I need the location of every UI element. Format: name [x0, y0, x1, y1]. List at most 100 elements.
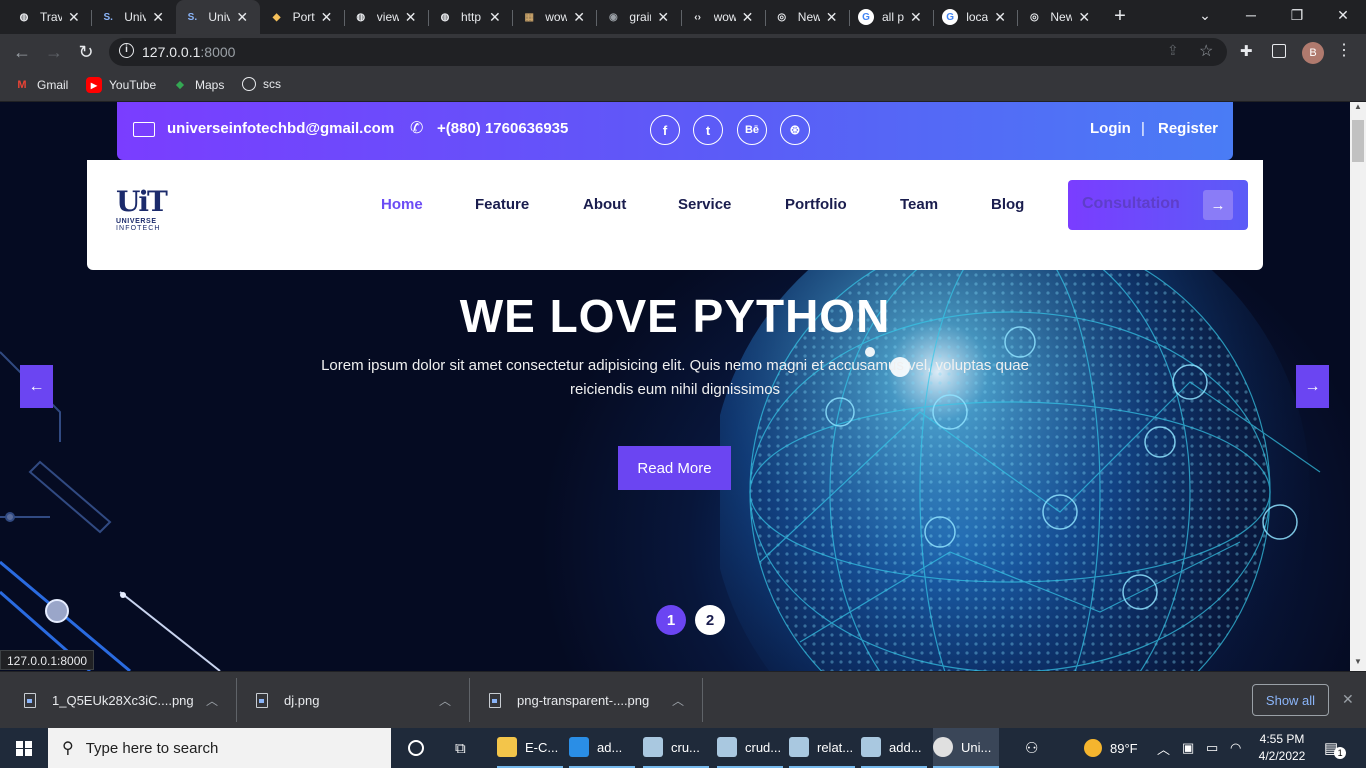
close-window-button[interactable]: ✕ [1320, 0, 1366, 30]
page-scrollbar[interactable]: ▲ ▼ [1350, 102, 1366, 671]
scroll-down-icon[interactable]: ▼ [1354, 657, 1362, 666]
slider-page-1[interactable]: 1 [656, 605, 686, 635]
facebook-icon[interactable]: f [650, 115, 680, 145]
browser-tab[interactable]: ◎ New ✕ [766, 0, 850, 34]
meet-now-icon[interactable]: ▣ [1182, 728, 1194, 768]
close-tab-icon[interactable]: ✕ [152, 9, 164, 26]
close-tab-icon[interactable]: ✕ [1078, 9, 1090, 26]
weather-widget[interactable]: 89°F [1084, 728, 1138, 768]
share-icon[interactable]: ⇪ [1167, 42, 1179, 59]
chevron-up-icon[interactable]: ︿ [439, 692, 451, 709]
taskbar-search-input[interactable]: ⚲ Type here to search [48, 728, 391, 768]
nav-blog[interactable]: Blog [991, 196, 1024, 213]
notification-center-icon[interactable]: ▤ 1 [1324, 728, 1347, 768]
browser-tab[interactable]: S. Universe ✕ [176, 0, 261, 34]
task-view-icon[interactable]: ⧉ [455, 740, 466, 757]
close-tab-icon[interactable]: ✕ [321, 9, 333, 26]
browser-tab[interactable]: ◍ Travel ✕ [8, 0, 92, 34]
contact-phone[interactable]: +(880) 1760636935 [437, 120, 568, 137]
taskbar-app[interactable]: relat... [789, 728, 855, 768]
new-tab-button[interactable]: + [1110, 5, 1130, 28]
close-tab-icon[interactable]: ✕ [910, 9, 922, 26]
close-tab-icon[interactable]: ✕ [657, 9, 669, 26]
bookmark-label: YouTube [109, 78, 157, 92]
nav-feature[interactable]: Feature [475, 196, 529, 213]
cortana-icon[interactable] [408, 740, 424, 756]
show-all-button[interactable]: Show all [1252, 684, 1329, 716]
profile-avatar[interactable]: B [1302, 42, 1324, 64]
browser-tab[interactable]: S. Universe ✕ [92, 0, 176, 34]
browser-tab[interactable]: ◎ New ✕ [1018, 0, 1102, 34]
nav-about[interactable]: About [583, 196, 626, 213]
tray-overflow-icon[interactable]: ︿ [1157, 728, 1170, 768]
address-bar[interactable]: i 127.0.0.1:8000 ⇪ ☆ [109, 38, 1227, 66]
contact-email[interactable]: universeinfotechbd@gmail.com [167, 120, 394, 137]
wifi-icon[interactable]: ◠ [1230, 728, 1241, 768]
browser-tab[interactable]: ◍ view ✕ [345, 0, 429, 34]
close-icon[interactable]: ✕ [1342, 691, 1354, 708]
close-tab-icon[interactable]: ✕ [68, 9, 80, 26]
login-link[interactable]: Login [1090, 120, 1131, 137]
taskbar-app[interactable]: E-C... [497, 728, 563, 768]
chevron-up-icon[interactable]: ︿ [206, 692, 218, 709]
close-tab-icon[interactable]: ✕ [994, 9, 1006, 26]
clock[interactable]: 4:55 PM 4/2/2022 [1252, 728, 1312, 768]
download-item[interactable]: 1_Q5EUk28Xc3iC....png ︿ [24, 672, 234, 729]
nav-team[interactable]: Team [900, 196, 938, 213]
menu-icon[interactable]: ⋮ [1336, 40, 1352, 60]
close-tab-icon[interactable]: ✕ [236, 9, 248, 26]
twitter-icon[interactable]: t [693, 115, 723, 145]
download-item[interactable]: png-transparent-....png ︿ [489, 672, 699, 729]
back-button[interactable]: ← [10, 40, 34, 64]
download-item[interactable]: dj.png ︿ [256, 672, 466, 729]
battery-icon[interactable]: ▭ [1206, 728, 1218, 768]
people-icon[interactable]: ⚇ [1025, 728, 1038, 768]
bookmark-youtube[interactable]: ▶ YouTube [86, 77, 156, 93]
consultation-button[interactable]: Consultation → [1068, 180, 1248, 230]
tab-search-button[interactable]: ⌄ [1182, 0, 1228, 30]
register-link[interactable]: Register [1158, 120, 1218, 137]
behance-icon[interactable]: Bē [737, 115, 767, 145]
bookmark-scs[interactable]: scs [242, 77, 281, 91]
slider-prev-button[interactable]: ← [20, 365, 53, 408]
close-tab-icon[interactable]: ✕ [405, 9, 417, 26]
minimize-button[interactable]: ─ [1228, 0, 1274, 30]
browser-tab[interactable]: Glocal ✕ [934, 0, 1018, 34]
bookmark-star-icon[interactable]: ☆ [1199, 41, 1213, 61]
nav-service[interactable]: Service [678, 196, 731, 213]
taskbar-app[interactable]: crud... [717, 728, 783, 768]
close-tab-icon[interactable]: ✕ [573, 9, 585, 26]
forward-button[interactable]: → [42, 40, 66, 64]
dribbble-icon[interactable]: ⊛ [780, 115, 810, 145]
slider-page-2[interactable]: 2 [695, 605, 725, 635]
bookmark-gmail[interactable]: M Gmail [14, 77, 68, 93]
slider-next-button[interactable]: → [1296, 365, 1329, 408]
chevron-up-icon[interactable]: ︿ [672, 692, 684, 709]
taskbar-app[interactable]: Uni... [933, 728, 999, 768]
reload-button[interactable]: ↻ [74, 40, 98, 64]
side-panel-icon[interactable] [1272, 44, 1286, 58]
site-logo[interactable]: UiT UNIVERSE INFOTECH [116, 186, 168, 242]
taskbar-app[interactable]: add... [861, 728, 927, 768]
scrollbar-thumb[interactable] [1352, 120, 1364, 162]
nav-portfolio[interactable]: Portfolio [785, 196, 847, 213]
restore-button[interactable]: ❐ [1274, 0, 1320, 30]
nav-home[interactable]: Home [381, 196, 423, 213]
close-tab-icon[interactable]: ✕ [742, 9, 754, 26]
scroll-up-icon[interactable]: ▲ [1354, 102, 1362, 111]
close-tab-icon[interactable]: ✕ [489, 9, 501, 26]
browser-tab[interactable]: ◉ grain ✕ [597, 0, 681, 34]
read-more-button[interactable]: Read More [618, 446, 731, 490]
browser-tab[interactable]: Gall p ✕ [850, 0, 934, 34]
close-tab-icon[interactable]: ✕ [826, 9, 838, 26]
bookmark-maps[interactable]: ⬥ Maps [172, 77, 224, 93]
start-button[interactable] [0, 728, 48, 768]
browser-tab[interactable]: ‹› wow ✕ [682, 0, 766, 34]
extensions-icon[interactable]: ✚ [1240, 42, 1253, 60]
taskbar-app[interactable]: ad... [569, 728, 635, 768]
browser-tab[interactable]: ◍ http ✕ [429, 0, 513, 34]
taskbar-app[interactable]: cru... [643, 728, 709, 768]
browser-tab[interactable]: ▦ wow ✕ [513, 0, 597, 34]
logo-line-1: UNIVERSE [116, 218, 157, 225]
browser-tab[interactable]: ◆ Portfolio ✕ [261, 0, 345, 34]
